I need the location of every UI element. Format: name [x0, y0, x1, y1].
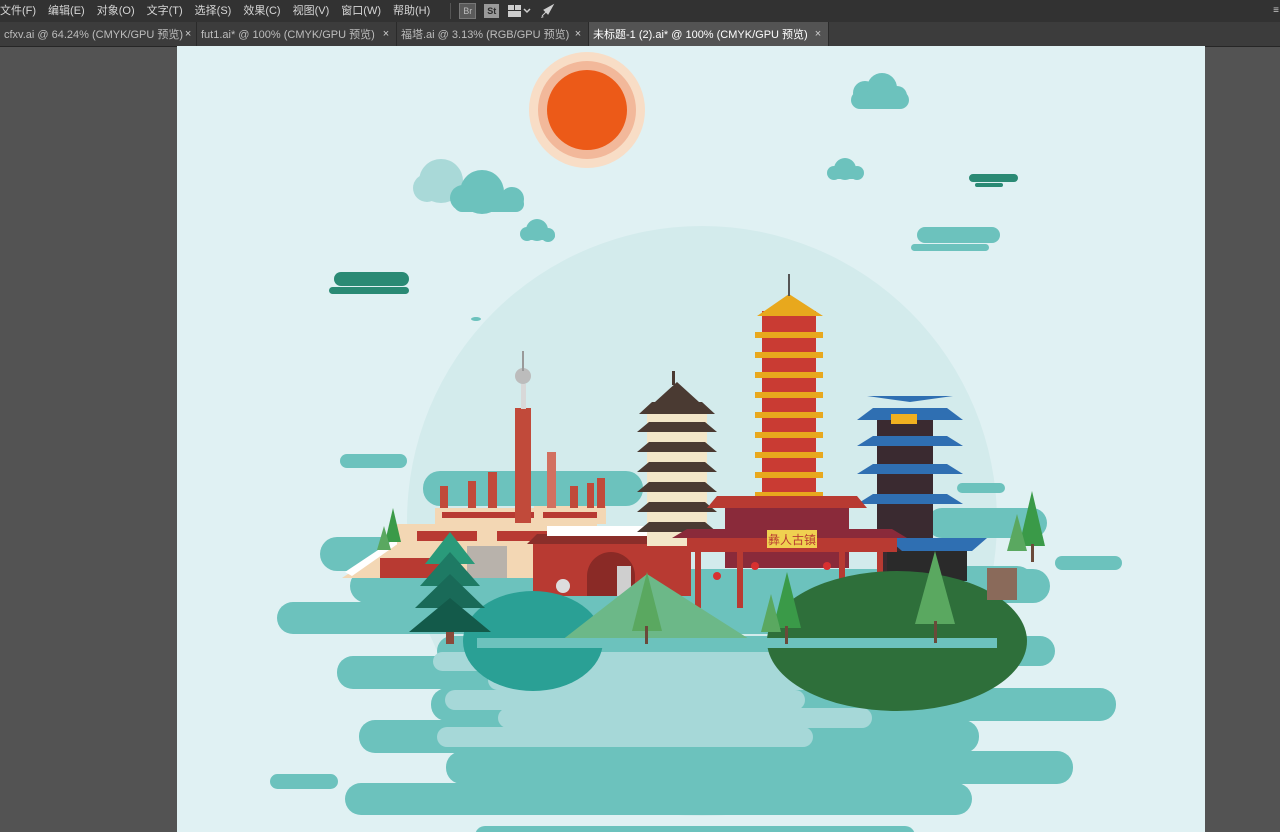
tab-label: cfxv.ai @ 64.24% (CMYK/GPU 预览) [4, 29, 184, 41]
stock-icon: St [484, 4, 500, 18]
illustration: 彝人古镇 [270, 52, 1122, 832]
menu-bar: 文件(F) 编辑(E) 对象(O) 文字(T) 选择(S) 效果(C) 视图(V… [0, 0, 1280, 22]
menu-view[interactable]: 视图(V) [287, 0, 336, 22]
menu-window[interactable]: 窗口(W) [335, 0, 387, 22]
menu-file[interactable]: 文件(F) [0, 0, 42, 22]
sun-icon [529, 52, 645, 168]
tab-label: 福塔.ai @ 3.13% (RGB/GPU 预览) [401, 29, 570, 41]
menu-effect[interactable]: 效果(C) [237, 0, 286, 22]
menu-select[interactable]: 选择(S) [189, 0, 238, 22]
gate-plaque: 彝人古镇 [768, 532, 816, 547]
close-icon[interactable]: × [183, 28, 193, 40]
bridge-button[interactable]: Br [459, 3, 477, 19]
menu-object[interactable]: 对象(O) [91, 0, 141, 22]
tab-cfxv[interactable]: cfxv.ai @ 64.24% (CMYK/GPU 预览) × [0, 22, 197, 46]
cloud-icon [413, 159, 524, 214]
menu-type[interactable]: 文字(T) [141, 0, 189, 22]
rocket-icon [541, 3, 555, 18]
tab-label: 未标题-1 (2).ai* @ 100% (CMYK/GPU 预览) [593, 29, 808, 41]
tab-label: fut1.ai* @ 100% (CMYK/GPU 预览) [201, 29, 375, 41]
window-control-icon[interactable]: ≡ [1272, 0, 1280, 22]
tab-futa[interactable]: 福塔.ai @ 3.13% (RGB/GPU 预览) × [397, 22, 589, 46]
tab-untitled-active[interactable]: 未标题-1 (2).ai* @ 100% (CMYK/GPU 预览) × [589, 22, 829, 46]
bridge-icon: Br [459, 3, 477, 19]
menu-edit[interactable]: 编辑(E) [42, 0, 91, 22]
arrange-documents-button[interactable] [507, 3, 531, 19]
gpu-performance-button[interactable] [539, 3, 557, 19]
tab-fut1[interactable]: fut1.ai* @ 100% (CMYK/GPU 预览) × [197, 22, 397, 46]
cloud-icon [851, 73, 909, 109]
arrange-documents-icon [508, 5, 531, 17]
close-icon[interactable]: × [811, 28, 825, 40]
stock-button[interactable]: St [484, 3, 500, 19]
cloud-icon [520, 219, 555, 242]
menu-separator [450, 3, 452, 19]
close-icon[interactable]: × [379, 28, 393, 40]
menu-help[interactable]: 帮助(H) [387, 0, 436, 22]
close-icon[interactable]: × [571, 28, 585, 40]
cloud-icon [827, 158, 864, 180]
document-tab-bar: cfxv.ai @ 64.24% (CMYK/GPU 预览) × fut1.ai… [0, 22, 1280, 47]
artboard[interactable]: 彝人古镇 [177, 46, 1205, 832]
